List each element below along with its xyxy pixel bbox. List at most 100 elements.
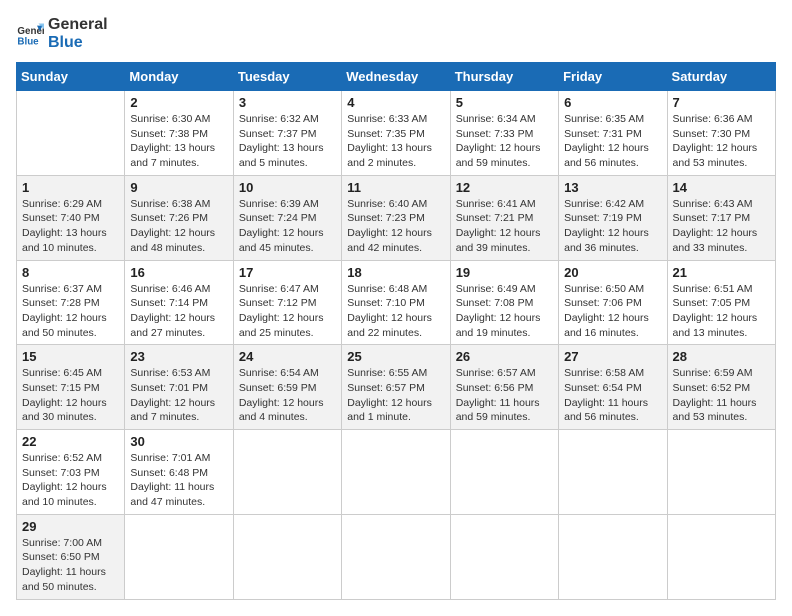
day-number: 9 [130,180,227,195]
day-info: Sunrise: 6:33 AMSunset: 7:35 PMDaylight:… [347,112,444,171]
header-friday: Friday [559,63,667,91]
day-info: Sunrise: 6:39 AMSunset: 7:24 PMDaylight:… [239,197,336,256]
calendar-week-row: 15Sunrise: 6:45 AMSunset: 7:15 PMDayligh… [17,345,776,430]
day-number: 6 [564,95,661,110]
day-info: Sunrise: 6:40 AMSunset: 7:23 PMDaylight:… [347,197,444,256]
day-number: 22 [22,434,119,449]
day-number: 18 [347,265,444,280]
calendar-cell: 19Sunrise: 6:49 AMSunset: 7:08 PMDayligh… [450,260,558,345]
calendar-table: SundayMondayTuesdayWednesdayThursdayFrid… [16,62,776,600]
calendar-cell: 17Sunrise: 6:47 AMSunset: 7:12 PMDayligh… [233,260,341,345]
calendar-cell: 12 Sunrise: 6:41 AMSunset: 7:21 PMDayligh… [450,175,558,260]
calendar-cell [667,514,775,599]
calendar-cell: 15Sunrise: 6:45 AMSunset: 7:15 PMDayligh… [17,345,125,430]
calendar-cell: 8 Sunrise: 6:37 AMSunset: 7:28 PMDaylight… [17,260,125,345]
calendar-cell: 7 Sunrise: 6:36 AMSunset: 7:30 PMDaylight… [667,91,775,176]
calendar-cell [125,514,233,599]
calendar-cell: 30Sunrise: 7:01 AMSunset: 6:48 PMDayligh… [125,430,233,515]
day-number: 14 [673,180,770,195]
day-number: 26 [456,349,553,364]
day-info: Sunrise: 6:29 AMSunset: 7:40 PMDaylight:… [22,197,119,256]
calendar-cell [559,430,667,515]
calendar-cell: 11 Sunrise: 6:40 AMSunset: 7:23 PMDayligh… [342,175,450,260]
day-number: 11 [347,180,444,195]
day-number: 16 [130,265,227,280]
day-number: 10 [239,180,336,195]
calendar-cell [450,514,558,599]
day-number: 13 [564,180,661,195]
calendar-cell [450,430,558,515]
calendar-cell: 28 Sunrise: 6:59 AMSunset: 6:52 PMDayligh… [667,345,775,430]
page-header: General Blue General Blue [16,16,776,52]
day-info: Sunrise: 6:54 AMSunset: 6:59 PMDaylight:… [239,366,336,425]
calendar-cell: 9 Sunrise: 6:38 AMSunset: 7:26 PMDaylight… [125,175,233,260]
calendar-cell: 26 Sunrise: 6:57 AMSunset: 6:56 PMDayligh… [450,345,558,430]
day-number: 20 [564,265,661,280]
day-info: Sunrise: 6:34 AMSunset: 7:33 PMDaylight:… [456,112,553,171]
day-info: Sunrise: 6:49 AMSunset: 7:08 PMDaylight:… [456,282,553,341]
day-number: 25 [347,349,444,364]
header-tuesday: Tuesday [233,63,341,91]
calendar-cell: 24 Sunrise: 6:54 AMSunset: 6:59 PMDayligh… [233,345,341,430]
calendar-cell: 5 Sunrise: 6:34 AMSunset: 7:33 PMDaylight… [450,91,558,176]
day-info: Sunrise: 6:37 AMSunset: 7:28 PMDaylight:… [22,282,119,341]
day-info: Sunrise: 6:59 AMSunset: 6:52 PMDaylight:… [673,366,770,425]
day-info: Sunrise: 6:30 AMSunset: 7:38 PMDaylight:… [130,112,227,171]
day-number: 12 [456,180,553,195]
day-number: 28 [673,349,770,364]
day-info: Sunrise: 6:50 AMSunset: 7:06 PMDaylight:… [564,282,661,341]
calendar-week-row: 8 Sunrise: 6:37 AMSunset: 7:28 PMDaylight… [17,260,776,345]
day-info: Sunrise: 6:35 AMSunset: 7:31 PMDaylight:… [564,112,661,171]
svg-text:Blue: Blue [17,37,39,48]
day-info: Sunrise: 6:36 AMSunset: 7:30 PMDaylight:… [673,112,770,171]
day-number: 2 [130,95,227,110]
logo-text-blue: Blue [48,34,108,52]
header-sunday: Sunday [17,63,125,91]
day-info: Sunrise: 6:43 AMSunset: 7:17 PMDaylight:… [673,197,770,256]
calendar-cell [233,430,341,515]
day-number: 4 [347,95,444,110]
day-number: 17 [239,265,336,280]
header-wednesday: Wednesday [342,63,450,91]
calendar-cell: 10 Sunrise: 6:39 AMSunset: 7:24 PMDayligh… [233,175,341,260]
header-monday: Monday [125,63,233,91]
day-info: Sunrise: 6:53 AMSunset: 7:01 PMDaylight:… [130,366,227,425]
day-number: 27 [564,349,661,364]
calendar-cell [342,514,450,599]
calendar-week-row: 22Sunrise: 6:52 AMSunset: 7:03 PMDayligh… [17,430,776,515]
calendar-cell: 16 Sunrise: 6:46 AMSunset: 7:14 PMDayligh… [125,260,233,345]
logo: General Blue General Blue [16,16,108,52]
calendar-cell: 3Sunrise: 6:32 AMSunset: 7:37 PMDaylight… [233,91,341,176]
calendar-header-row: SundayMondayTuesdayWednesdayThursdayFrid… [17,63,776,91]
header-thursday: Thursday [450,63,558,91]
day-info: Sunrise: 6:38 AMSunset: 7:26 PMDaylight:… [130,197,227,256]
calendar-cell: 1Sunrise: 6:29 AMSunset: 7:40 PMDaylight… [17,175,125,260]
day-info: Sunrise: 6:55 AMSunset: 6:57 PMDaylight:… [347,366,444,425]
calendar-cell [233,514,341,599]
calendar-cell: 4 Sunrise: 6:33 AMSunset: 7:35 PMDaylight… [342,91,450,176]
day-info: Sunrise: 6:46 AMSunset: 7:14 PMDaylight:… [130,282,227,341]
logo-icon: General Blue [16,20,44,48]
logo-text-general: General [48,16,108,34]
calendar-cell: 14 Sunrise: 6:43 AMSunset: 7:17 PMDayligh… [667,175,775,260]
calendar-week-row: 2 Sunrise: 6:30 AMSunset: 7:38 PMDaylight… [17,91,776,176]
calendar-week-row: 1Sunrise: 6:29 AMSunset: 7:40 PMDaylight… [17,175,776,260]
calendar-cell: 21Sunrise: 6:51 AMSunset: 7:05 PMDayligh… [667,260,775,345]
day-number: 30 [130,434,227,449]
day-number: 3 [239,95,336,110]
calendar-cell [342,430,450,515]
calendar-cell: 18Sunrise: 6:48 AMSunset: 7:10 PMDayligh… [342,260,450,345]
day-number: 8 [22,265,119,280]
day-number: 24 [239,349,336,364]
calendar-cell [559,514,667,599]
day-number: 15 [22,349,119,364]
day-number: 21 [673,265,770,280]
calendar-cell: 27 Sunrise: 6:58 AMSunset: 6:54 PMDayligh… [559,345,667,430]
day-number: 23 [130,349,227,364]
day-info: Sunrise: 6:58 AMSunset: 6:54 PMDaylight:… [564,366,661,425]
day-info: Sunrise: 6:41 AMSunset: 7:21 PMDaylight:… [456,197,553,256]
calendar-cell: 29Sunrise: 7:00 AMSunset: 6:50 PMDayligh… [17,514,125,599]
day-number: 5 [456,95,553,110]
day-info: Sunrise: 6:57 AMSunset: 6:56 PMDaylight:… [456,366,553,425]
day-number: 7 [673,95,770,110]
